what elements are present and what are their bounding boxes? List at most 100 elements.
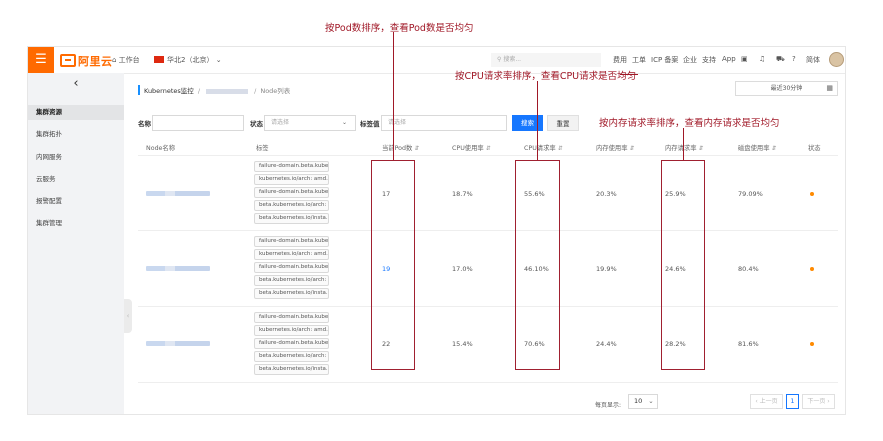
- tag-chip: beta.kubernetes.io/insta...: [254, 364, 329, 375]
- topbar-link-fees[interactable]: 费用: [613, 55, 627, 65]
- search-button[interactable]: 搜索: [512, 115, 543, 131]
- sidebar-item-cluster-resources[interactable]: 集群资源: [28, 105, 124, 120]
- row-divider: [138, 230, 838, 231]
- topbar-link-support[interactable]: 支持: [702, 55, 716, 65]
- menu-icon[interactable]: ☰: [28, 47, 54, 73]
- tag-chip: beta.kubernetes.io/arch: ...: [254, 351, 329, 362]
- sort-icon: ⇵: [771, 145, 777, 152]
- help-icon[interactable]: ?: [792, 55, 796, 63]
- message-icon[interactable]: ▣: [741, 55, 748, 63]
- tag-chip: kubernetes.io/arch: amd...: [254, 325, 329, 336]
- cpu-usage: 17.0%: [452, 265, 473, 273]
- chevron-down-icon: ⌄: [648, 397, 654, 405]
- annotation-pod-sort: 按Pod数排序，查看Pod数是否均匀: [325, 23, 474, 34]
- console-window: ☰ 阿里云 ⌂ 工作台 华北2（北京） ⌄ ⚲ 搜索... 费用 工单 ICP …: [27, 46, 846, 415]
- sort-icon: ⇵: [698, 145, 704, 152]
- column-header-cpu-request[interactable]: CPU请求率 ⇵: [524, 143, 563, 152]
- sidebar-item-internal-services[interactable]: 内网服务: [36, 151, 62, 161]
- topbar-link-tickets[interactable]: 工单: [632, 55, 646, 65]
- column-header-mem-usage[interactable]: 内存使用率 ⇵: [596, 143, 635, 152]
- chevron-right-icon: ›: [825, 398, 830, 405]
- breadcrumb-current: Node列表: [260, 87, 291, 95]
- breadcrumb-root[interactable]: Kubernetes监控: [144, 87, 194, 95]
- column-header-status: 状态: [808, 145, 821, 152]
- topbar-link-icp[interactable]: ICP 备案: [651, 55, 678, 65]
- top-navigation-bar: ☰ 阿里云 ⌂ 工作台 华北2（北京） ⌄ ⚲ 搜索... 费用 工单 ICP …: [28, 47, 845, 74]
- logo-mark-icon: [60, 54, 76, 67]
- tag-chip: beta.kubernetes.io/insta...: [254, 213, 329, 224]
- cpu-usage: 15.4%: [452, 340, 473, 348]
- node-name-redacted[interactable]: [146, 341, 210, 346]
- prev-page-button[interactable]: ‹ 上一页: [750, 394, 783, 409]
- tag-filter-label: 标签值: [360, 120, 380, 128]
- page-number-current[interactable]: 1: [786, 394, 799, 409]
- disk-usage: 79.09%: [738, 190, 763, 198]
- node-name-redacted[interactable]: [146, 191, 210, 196]
- node-name-redacted[interactable]: [146, 266, 210, 271]
- status-filter-label: 状态: [250, 120, 263, 128]
- sidebar-item-cluster-topology[interactable]: 集群拓扑: [36, 128, 62, 138]
- china-flag-icon: [154, 56, 164, 63]
- row-divider: [138, 306, 838, 307]
- annotation-mem-sort: 按内存请求率排序，查看内存请求是否均匀: [599, 118, 780, 129]
- language-switch[interactable]: 简体: [806, 55, 820, 65]
- pod-column-highlight: [371, 160, 415, 370]
- disk-usage: 81.6%: [738, 340, 759, 348]
- workbench-link[interactable]: ⌂ 工作台: [112, 55, 140, 65]
- tag-chip: kubernetes.io/arch: amd...: [254, 174, 329, 185]
- status-dot: [810, 267, 814, 271]
- aliyun-logo[interactable]: 阿里云: [60, 53, 113, 69]
- mem-request-column-highlight: [661, 160, 705, 370]
- disk-usage: 80.4%: [738, 265, 759, 273]
- next-page-button[interactable]: 下一页 ›: [802, 394, 835, 409]
- page-size-label: 每页显示:: [595, 402, 622, 409]
- region-selector[interactable]: 华北2（北京） ⌄: [154, 55, 222, 65]
- cpu-usage: 18.7%: [452, 190, 473, 198]
- time-range-picker[interactable]: 最近30分钟 ▦: [735, 81, 838, 96]
- chevron-down-icon: ⌄: [341, 119, 347, 126]
- calendar-icon: ▦: [826, 84, 833, 92]
- column-header-mem-request[interactable]: 内存请求率 ⇵: [665, 143, 704, 152]
- tag-chip: failure-domain.beta.kube...: [254, 161, 329, 172]
- column-header-tags: 标签: [256, 145, 269, 152]
- breadcrumb-cluster-redacted[interactable]: [206, 88, 249, 94]
- bell-icon[interactable]: ♫: [759, 55, 765, 63]
- annotation-leader-line: [683, 128, 684, 160]
- user-avatar[interactable]: [829, 52, 844, 67]
- sort-icon: ⇵: [629, 145, 635, 152]
- sidebar-item-cluster-management[interactable]: 集群管理: [36, 217, 62, 227]
- tag-chip: beta.kubernetes.io/arch: ...: [254, 200, 329, 211]
- tag-chip: failure-domain.beta.kube...: [254, 312, 329, 323]
- column-header-node-name: Node名称: [146, 145, 176, 152]
- annotation-cpu-sort: 按CPU请求率排序，查看CPU请求是否均匀: [455, 71, 637, 82]
- mem-usage: 20.3%: [596, 190, 617, 198]
- page-size-select[interactable]: 10 ⌄: [628, 394, 658, 409]
- sort-icon: ⇵: [414, 145, 420, 152]
- header-divider: [138, 155, 838, 156]
- name-filter-input[interactable]: [152, 115, 244, 131]
- tag-chip: failure-domain.beta.kube...: [254, 338, 329, 349]
- name-filter-label: 名称: [138, 120, 151, 128]
- reset-button[interactable]: 重置: [547, 115, 579, 131]
- sort-icon: ⇵: [485, 145, 491, 152]
- column-header-pods[interactable]: 当前Pod数 ⇵: [382, 143, 419, 152]
- annotation-leader-line: [393, 32, 394, 160]
- mem-usage: 19.9%: [596, 265, 617, 273]
- column-header-cpu-usage[interactable]: CPU使用率 ⇵: [452, 143, 491, 152]
- global-search-input[interactable]: ⚲ 搜索...: [491, 53, 601, 67]
- status-filter-select[interactable]: 请选择 ⌄: [264, 115, 356, 131]
- breadcrumb-separator: /: [254, 87, 259, 95]
- cart-icon[interactable]: ⛟: [776, 55, 785, 64]
- sidebar-item-alert-config[interactable]: 报警配置: [36, 195, 62, 205]
- sidebar-item-cloud-services[interactable]: 云服务: [36, 173, 56, 183]
- back-chevron-icon[interactable]: ‹: [28, 73, 124, 95]
- topbar-link-app[interactable]: App: [722, 55, 736, 63]
- annotation-leader-line: [537, 81, 538, 160]
- row-divider: [138, 382, 838, 383]
- status-dot: [810, 192, 814, 196]
- column-header-disk-usage[interactable]: 磁盘使用率 ⇵: [738, 143, 777, 152]
- sidebar-toggle-handle[interactable]: ‹: [124, 299, 132, 333]
- tag-filter-select[interactable]: 请选择: [381, 115, 507, 131]
- tag-chip: beta.kubernetes.io/arch: ...: [254, 275, 329, 286]
- topbar-link-enterprise[interactable]: 企业: [683, 55, 697, 65]
